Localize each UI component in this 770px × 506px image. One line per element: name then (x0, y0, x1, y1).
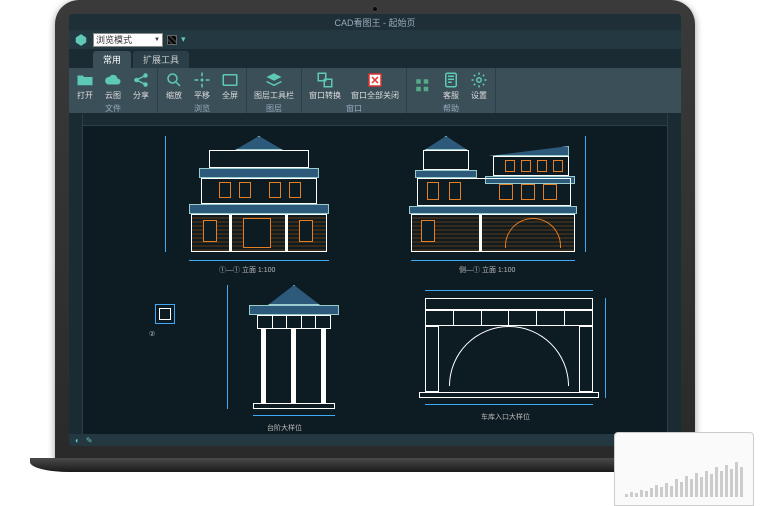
support-icon (442, 71, 460, 89)
share-button[interactable]: 分享 (129, 70, 153, 102)
window-title: CAD看图王 - 起始页 (334, 16, 415, 29)
elevation1-caption: ①—① 立面 1:100 (219, 265, 275, 275)
button-label: 缩放 (166, 90, 182, 101)
app-logo-icon (73, 32, 89, 48)
waveform-icon (625, 457, 743, 497)
titlebar: CAD看图王 - 起始页 (69, 14, 681, 30)
detail2-caption: 车库入口大样位 (481, 412, 530, 422)
button-label: 窗口转换 (309, 90, 341, 101)
ruler-horizontal (83, 114, 667, 126)
ruler-vertical-left (69, 114, 83, 434)
garage-entrance-detail (419, 298, 599, 406)
button-label: 全屏 (222, 90, 238, 101)
pavilion-detail (239, 285, 349, 420)
support-button[interactable]: 客服 (439, 70, 463, 102)
detail1-caption: 台阶大样位 (267, 423, 302, 433)
current-color-swatch[interactable] (167, 35, 177, 45)
zoom-button[interactable]: 缩放 (162, 70, 186, 102)
dropdown-arrow-icon: ▾ (181, 34, 186, 45)
settings-button[interactable]: 设置 (467, 70, 491, 102)
share-icon (132, 71, 150, 89)
elevation-front (179, 136, 339, 256)
small-detail: ② (149, 298, 189, 338)
mode-value: 浏览模式 (96, 33, 132, 46)
settings-icon (470, 71, 488, 89)
ruler-vertical-right (667, 114, 681, 434)
button-label: 图层工具栏 (254, 90, 294, 101)
switch-window-icon (316, 71, 334, 89)
button-label: 客服 (443, 90, 459, 101)
tab-label: 常用 (103, 55, 121, 65)
pan-button[interactable]: 平移 (190, 70, 214, 102)
ribbon-tabs: 常用 扩展工具 (69, 50, 681, 68)
ribbon: 打开 云图 分享 文件 (69, 68, 681, 114)
cloud-icon (104, 71, 122, 89)
close-all-windows-button[interactable]: 窗口全部关闭 (348, 70, 402, 102)
open-button[interactable]: 打开 (73, 70, 97, 102)
tab-extended-tools[interactable]: 扩展工具 (133, 51, 189, 68)
folder-open-icon (76, 71, 94, 89)
group-label: 图层 (266, 102, 282, 114)
fullscreen-icon (221, 71, 239, 89)
tab-common[interactable]: 常用 (93, 51, 131, 68)
button-label: 分享 (133, 90, 149, 101)
app-screen: CAD看图王 - 起始页 浏览模式 ▾ 常用 扩展工具 打开 (69, 14, 681, 446)
elevation2-caption: 侧—① 立面 1:100 (459, 265, 515, 275)
ribbon-group-window: 窗口转换 窗口全部关闭 窗口 (302, 68, 407, 113)
layer-toolbar-button[interactable]: 图层工具栏 (251, 70, 297, 102)
fullscreen-button[interactable]: 全屏 (218, 70, 242, 102)
statusbar: ◐ ✎ (69, 434, 681, 446)
layers-icon (265, 71, 283, 89)
grid-button[interactable] (411, 76, 435, 97)
group-label: 窗口 (346, 102, 362, 114)
ribbon-group-browse: 缩放 平移 全屏 浏览 (158, 68, 247, 113)
drawing-canvas[interactable]: ①—① 立面 1:100 (69, 114, 681, 434)
button-label: 云图 (105, 90, 121, 101)
elevation-side (409, 136, 579, 256)
laptop-frame: CAD看图王 - 起始页 浏览模式 ▾ 常用 扩展工具 打开 (55, 0, 695, 460)
button-label: 打开 (77, 90, 93, 101)
cloud-button[interactable]: 云图 (101, 70, 125, 102)
ribbon-group-file: 打开 云图 分享 文件 (69, 68, 158, 113)
close-all-icon (366, 71, 384, 89)
menubar: 浏览模式 ▾ (69, 30, 681, 50)
cad-drawing: ①—① 立面 1:100 (89, 130, 661, 430)
tab-label: 扩展工具 (143, 55, 179, 65)
ribbon-group-layer: 图层工具栏 图层 (247, 68, 302, 113)
phone-mockup (614, 432, 754, 506)
switch-window-button[interactable]: 窗口转换 (306, 70, 344, 102)
mode-selector[interactable]: 浏览模式 (93, 33, 163, 47)
zoom-icon (165, 71, 183, 89)
group-label: 文件 (105, 102, 121, 114)
tool-indicator-icon: ✎ (86, 436, 93, 445)
group-label: 帮助 (443, 102, 459, 114)
status-indicator-icon: ◐ (75, 436, 80, 445)
group-label: 浏览 (194, 102, 210, 114)
button-label: 窗口全部关闭 (351, 90, 399, 101)
button-label: 设置 (471, 90, 487, 101)
button-label: 平移 (194, 90, 210, 101)
camera-icon (372, 6, 378, 12)
ribbon-group-help: 客服 设置 帮助 (407, 68, 496, 113)
grid-icon (414, 77, 432, 95)
pan-icon (193, 71, 211, 89)
